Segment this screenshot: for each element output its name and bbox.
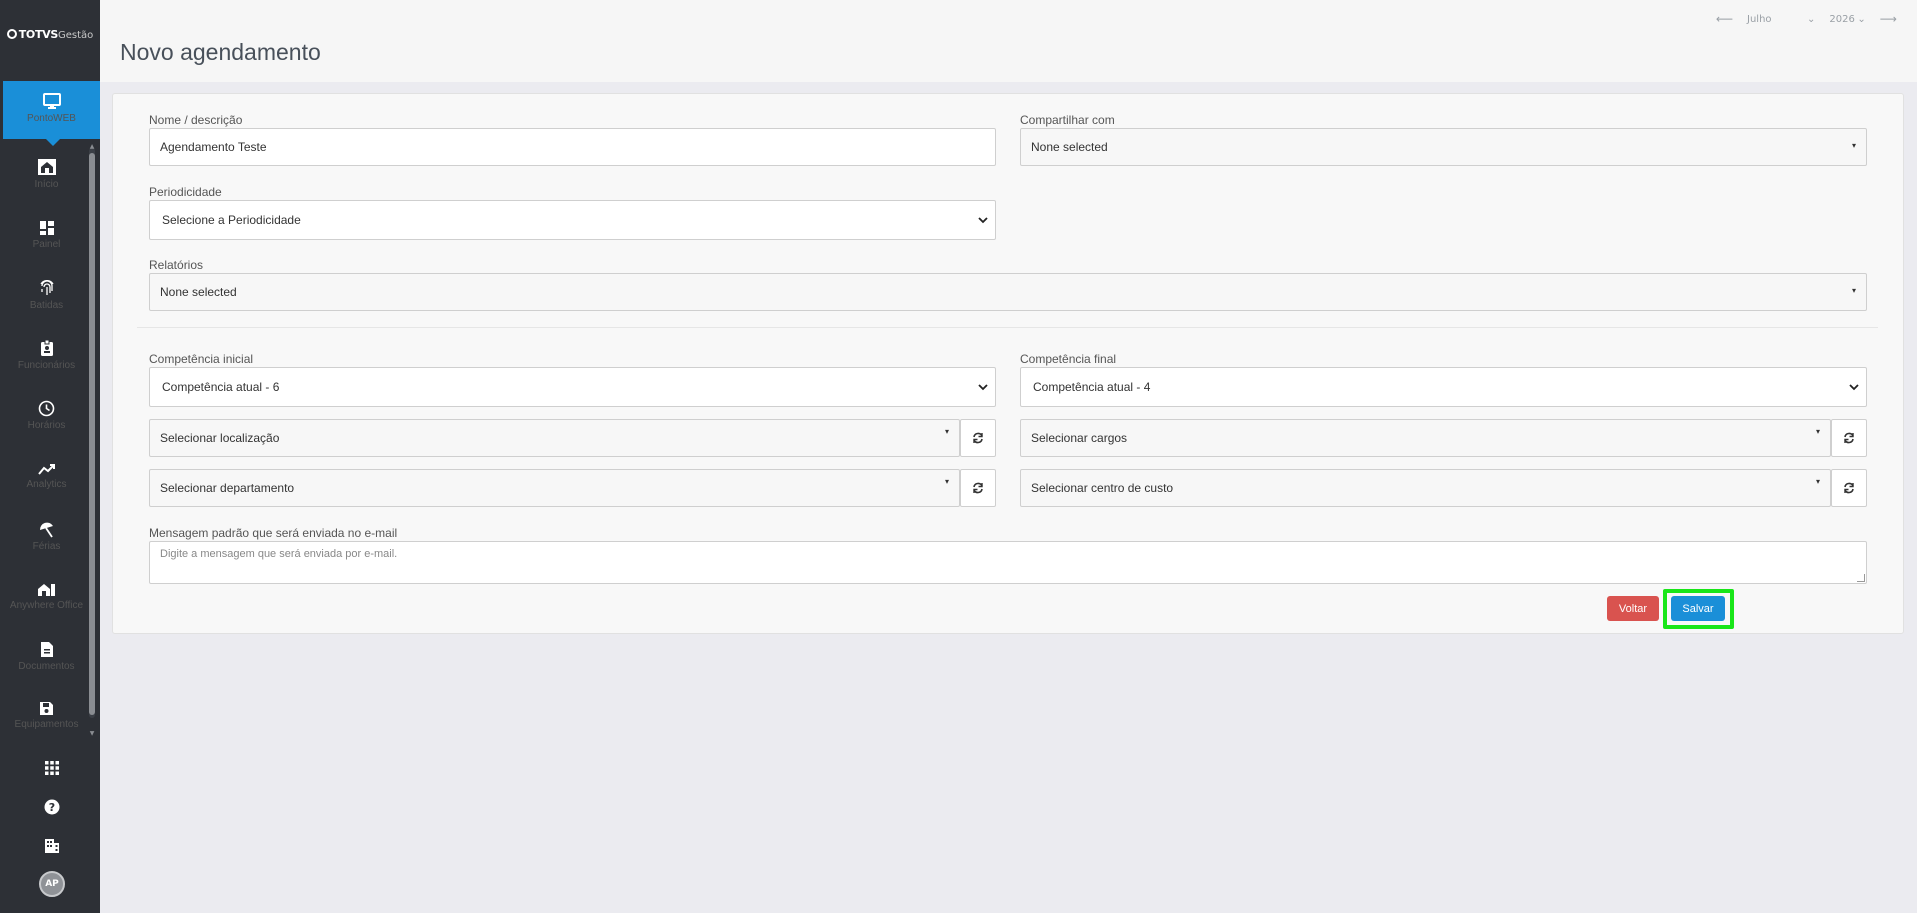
mensagem-label: Mensagem padrão que será enviada no e-ma… [149,526,398,540]
competencia-inicial-label: Competência inicial [149,352,254,366]
trend-icon [37,464,55,475]
mensagem-textarea[interactable]: Digite a mensagem que será enviada por e… [149,541,1867,584]
cargos-value: Selecionar cargos [1031,431,1128,445]
home-icon [37,159,56,175]
departamento-multiselect[interactable]: Selecionar departamento ▾ [149,469,960,507]
month-chevron-down-icon[interactable]: ⌄ [1807,14,1815,25]
previous-period-arrow-icon[interactable]: ⟵ [1716,12,1733,26]
caret-down-icon: ▾ [1815,427,1820,436]
refresh-departamento-button[interactable] [960,469,996,507]
centro-custo-value: Selecionar centro de custo [1031,481,1174,495]
caret-down-icon: ▾ [944,477,949,486]
year-chevron-down-icon[interactable]: ⌄ [1857,14,1865,25]
sidebar-item-painel[interactable]: Painel [0,220,93,278]
clock-icon [38,400,55,417]
module-label: PontoWEB [27,113,76,124]
refresh-centro-custo-button[interactable] [1831,469,1867,507]
sidebar-item-equipamentos[interactable]: Equipamentos [0,701,93,759]
mensagem-placeholder: Digite a mensagem que será enviada por e… [160,548,398,560]
sidebar-scrollbar-thumb[interactable] [89,153,95,715]
compartilhar-multiselect[interactable]: None selected ▾ [1020,128,1867,166]
periodicidade-value: Selecione a Periodicidade [162,213,301,227]
dashboard-icon [39,221,54,235]
refresh-icon [1844,482,1854,494]
sidebar-item-documentos[interactable]: Documentos [0,641,93,699]
relatorios-value: None selected [160,285,237,299]
competencia-inicial-select[interactable]: Competência atual - 6 [149,367,996,407]
localizacao-value: Selecionar localização [160,431,280,445]
page-title: Novo agendamento [120,39,321,65]
svg-text:?: ? [49,801,55,814]
section-divider [137,327,1878,328]
totvs-logo[interactable]: TOTVSGestão [0,28,100,41]
page-header: Novo agendamento ⟵ Julho ⌄ 2026 ⌄ ⟶ [100,0,1917,82]
salvar-button[interactable]: Salvar [1671,596,1725,621]
scroll-down-arrow-icon[interactable]: ▼ [89,731,95,737]
nome-label: Nome / descrição [149,113,243,127]
sidebar-item-anywhere-office[interactable]: Anywhere Office [0,581,93,639]
departamento-value: Selecionar departamento [160,481,295,495]
save-device-icon [40,702,53,715]
scroll-up-arrow-icon[interactable]: ▲ [89,144,95,150]
cargos-multiselect[interactable]: Selecionar cargos ▾ [1020,419,1831,457]
caret-down-icon: ▾ [944,427,949,436]
refresh-icon [973,482,983,494]
competencia-inicial-value: Competência atual - 6 [162,380,280,394]
logo-circle-icon [6,29,17,39]
periodicidade-label: Periodicidade [149,185,222,199]
refresh-icon [1844,432,1854,444]
sidebar-item-ferias[interactable]: Férias [0,521,93,579]
badge-icon [40,340,53,356]
competencia-final-select[interactable]: Competência atual - 4 [1020,367,1867,407]
refresh-cargos-button[interactable] [1831,419,1867,457]
module-pontoweb[interactable]: PontoWEB [3,81,100,146]
sidebar: TOTVSGestão PontoWEB Início Painel Batid… [0,0,100,913]
chevron-down-icon [1849,384,1859,391]
year-select[interactable]: 2026 [1829,14,1857,25]
home-office-icon [38,584,55,596]
refresh-icon [973,432,983,444]
nome-input[interactable]: Agendamento Teste [149,128,996,166]
sidebar-item-inicio[interactable]: Início [0,158,93,216]
relatorios-multiselect[interactable]: None selected ▾ [149,273,1867,311]
apps-grid-icon[interactable] [38,756,66,780]
monitor-icon [42,93,61,109]
periodicidade-select[interactable]: Selecione a Periodicidade [149,200,996,240]
chevron-down-icon [978,384,988,391]
month-select[interactable]: Julho [1747,14,1807,25]
localizacao-multiselect[interactable]: Selecionar localização ▾ [149,419,960,457]
avatar[interactable]: AP [39,871,65,897]
compartilhar-label: Compartilhar com [1020,113,1115,127]
building-icon[interactable] [38,833,66,857]
caret-down-icon: ▾ [1851,286,1856,295]
refresh-localizacao-button[interactable] [960,419,996,457]
sidebar-item-funcionarios[interactable]: Funcionários [0,340,93,398]
voltar-button[interactable]: Voltar [1607,596,1659,621]
compartilhar-value: None selected [1031,140,1108,154]
centro-custo-multiselect[interactable]: Selecionar centro de custo ▾ [1020,469,1831,507]
period-navigator: ⟵ Julho ⌄ 2026 ⌄ ⟶ [1716,12,1897,26]
caret-down-icon: ▾ [1851,141,1856,150]
umbrella-icon [39,522,53,538]
chevron-down-icon [978,217,988,224]
sidebar-item-batidas[interactable]: Batidas [0,280,93,338]
sidebar-item-horarios[interactable]: Horários [0,400,93,458]
sidebar-item-analytics[interactable]: Analytics [0,462,93,520]
help-icon[interactable]: ? [38,795,66,819]
competencia-final-value: Competência atual - 4 [1033,380,1151,394]
next-period-arrow-icon[interactable]: ⟶ [1880,12,1897,26]
relatorios-label: Relatórios [149,258,204,272]
document-icon [40,642,53,657]
resize-handle[interactable] [1857,574,1865,582]
module-pointer [46,139,60,146]
fingerprint-icon [39,280,54,295]
competencia-final-label: Competência final [1020,352,1117,366]
caret-down-icon: ▾ [1815,477,1820,486]
